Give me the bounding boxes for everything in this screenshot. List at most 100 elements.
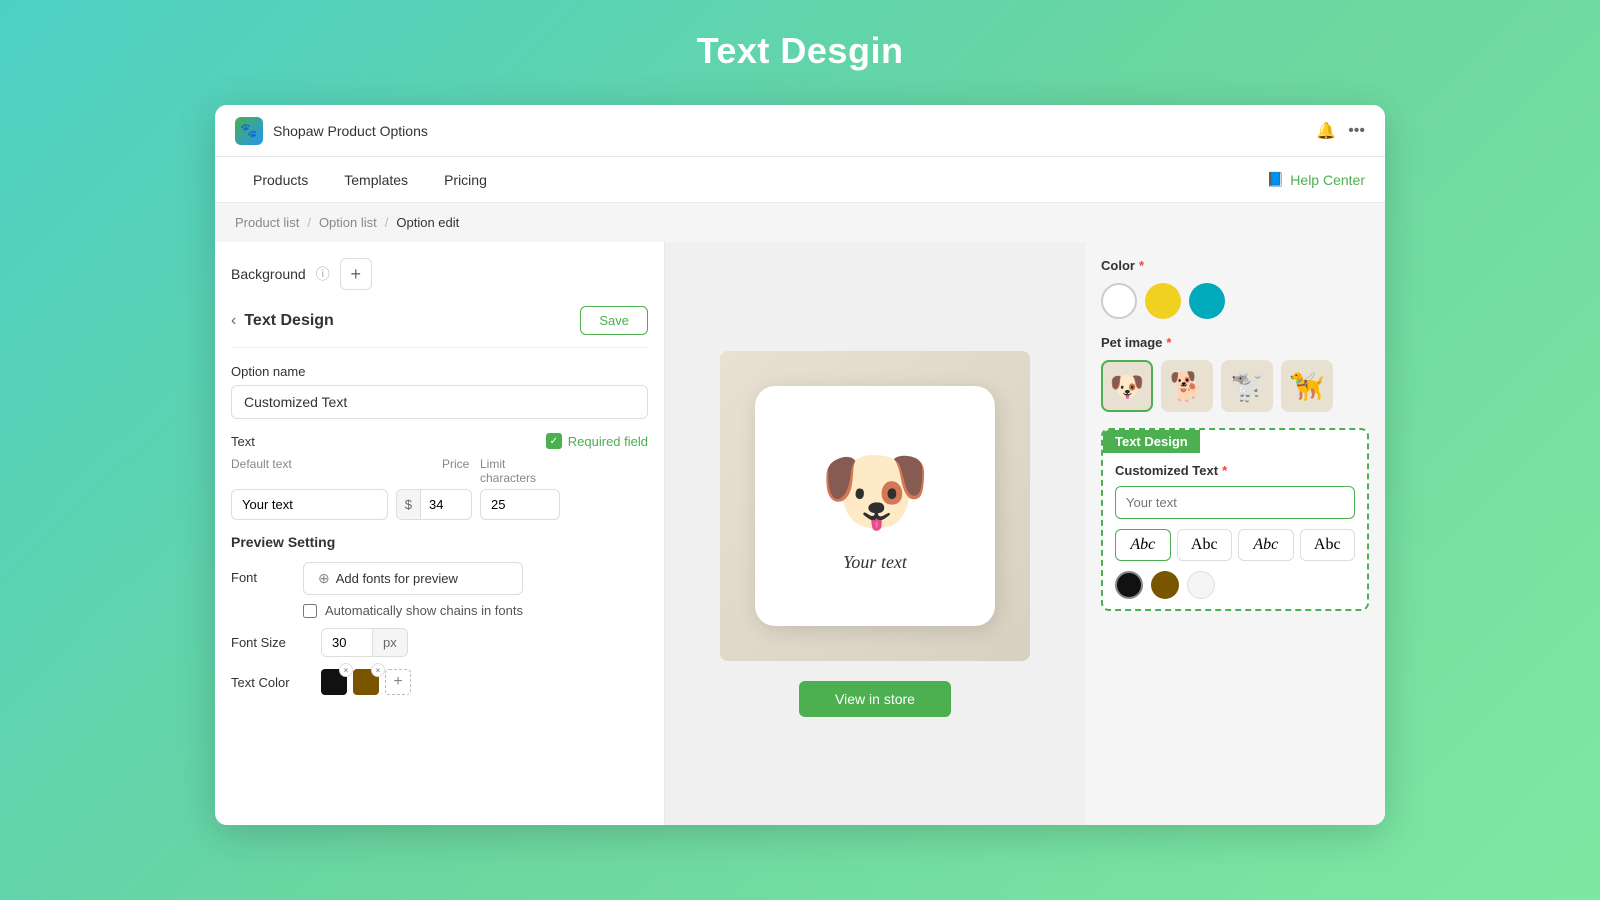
text-color-label: Text Color: [231, 675, 311, 690]
color-yellow[interactable]: [1145, 283, 1181, 319]
pet-images-grid: 🐶 🐕 🐩 🦮: [1101, 360, 1369, 412]
background-add-btn[interactable]: +: [340, 258, 372, 290]
text-row-header: Text ✓ Required field: [231, 433, 648, 449]
text-design-box: Text Design Customized Text * Abc Abc: [1101, 428, 1369, 611]
product-image: 🐶 Your text: [720, 351, 1030, 661]
text-design-input[interactable]: [1115, 486, 1355, 519]
help-center[interactable]: 📘 Help Center: [1267, 171, 1365, 188]
info-icon: ⓘ: [316, 264, 330, 284]
breadcrumb-option-list[interactable]: Option list: [319, 215, 377, 230]
col-default-text: Default text: [231, 457, 434, 485]
text-color-white[interactable]: [1187, 571, 1215, 599]
font-style-1[interactable]: Abc: [1115, 529, 1171, 561]
bell-icon[interactable]: 🔔: [1316, 121, 1336, 141]
color-section-label: Color *: [1101, 258, 1369, 273]
pet-img-1[interactable]: 🐶: [1101, 360, 1153, 412]
app-icon-emoji: 🐾: [240, 122, 257, 139]
swatch-x-black[interactable]: ×: [339, 663, 353, 677]
breadcrumb-sep2: /: [385, 215, 389, 230]
auto-chain-checkbox[interactable]: [303, 604, 317, 618]
breadcrumb-option-edit: Option edit: [396, 215, 459, 230]
font-size-label: Font Size: [231, 635, 311, 650]
pet-required-dot: *: [1166, 335, 1171, 350]
add-fonts-label: Add fonts for preview: [336, 571, 458, 586]
color-circles: [1101, 283, 1369, 319]
option-name-label: Option name: [231, 364, 648, 379]
price-input[interactable]: [421, 490, 471, 519]
option-name-input[interactable]: [231, 385, 648, 419]
add-color-btn[interactable]: +: [385, 669, 411, 695]
right-panel: Color * Pet image * 🐶 🐕 🐩 🦮 Text: [1085, 242, 1385, 825]
help-icon: 📘: [1267, 171, 1284, 188]
dog-emoji: 🐶: [819, 439, 931, 544]
px-label: px: [372, 629, 407, 656]
color-swatch-brown[interactable]: ×: [353, 669, 379, 695]
pillow-bg: 🐶 Your text: [720, 351, 1030, 661]
app-icon: 🐾: [235, 117, 263, 145]
section-header: ‹ Text Design Save: [231, 306, 648, 348]
font-size-input-wrap: px: [321, 628, 408, 657]
auto-chain-label: Automatically show chains in fonts: [325, 603, 523, 618]
font-style-2[interactable]: Abc: [1177, 529, 1233, 561]
color-label-text: Color: [1101, 258, 1135, 273]
background-row: Background ⓘ +: [231, 258, 648, 290]
color-required-dot: *: [1139, 258, 1144, 273]
text-design-content: Customized Text * Abc Abc Abc: [1103, 453, 1367, 609]
customized-label-text: Customized Text: [1115, 463, 1218, 478]
save-button[interactable]: Save: [580, 306, 648, 335]
add-fonts-btn[interactable]: ⊕ Add fonts for preview: [303, 562, 523, 595]
limit-input[interactable]: [480, 489, 560, 520]
nav-pricing[interactable]: Pricing: [426, 160, 505, 200]
pet-img-2[interactable]: 🐕: [1161, 360, 1213, 412]
preview-setting-title: Preview Setting: [231, 534, 648, 550]
pet-img-4[interactable]: 🦮: [1281, 360, 1333, 412]
text-design-tag: Text Design: [1103, 430, 1200, 453]
font-label: Font: [231, 562, 291, 585]
color-white[interactable]: [1101, 283, 1137, 319]
back-arrow[interactable]: ‹: [231, 312, 236, 330]
left-panel: Background ⓘ + ‹ Text Design Save Option…: [215, 242, 665, 825]
swatch-x-brown[interactable]: ×: [371, 663, 385, 677]
color-teal[interactable]: [1189, 283, 1225, 319]
font-style-4[interactable]: Abc: [1300, 529, 1356, 561]
font-style-3[interactable]: Abc: [1238, 529, 1294, 561]
font-size-input[interactable]: [322, 629, 372, 656]
col-price: Price: [442, 457, 472, 485]
text-field-label: Text: [231, 434, 255, 449]
nav-templates[interactable]: Templates: [326, 160, 426, 200]
add-circle-icon: ⊕: [318, 570, 330, 587]
breadcrumb-product-list[interactable]: Product list: [235, 215, 299, 230]
pet-image-label-text: Pet image: [1101, 335, 1162, 350]
check-icon: ✓: [546, 433, 562, 449]
col-limit: Limit characters: [480, 457, 560, 485]
view-store-btn[interactable]: View in store: [799, 681, 951, 717]
auto-chain-row: Automatically show chains in fonts: [303, 603, 523, 618]
top-bar: 🐾 Shopaw Product Options 🔔 •••: [215, 105, 1385, 157]
preview-section: Preview Setting Font ⊕ Add fonts for pre…: [231, 534, 648, 695]
main-window: 🐾 Shopaw Product Options 🔔 ••• Products …: [215, 105, 1385, 825]
nav-products[interactable]: Products: [235, 160, 326, 200]
font-style-4-label: Abc: [1314, 536, 1341, 553]
breadcrumb: Product list / Option list / Option edit: [215, 203, 1385, 242]
background-label: Background: [231, 266, 306, 282]
default-text-input[interactable]: [231, 489, 388, 520]
pillow-text: Your text: [843, 552, 907, 573]
page-title: Text Desgin: [697, 30, 904, 72]
text-color-brown[interactable]: [1151, 571, 1179, 599]
pet-img-3[interactable]: 🐩: [1221, 360, 1273, 412]
text-color-black[interactable]: [1115, 571, 1143, 599]
required-badge: ✓ Required field: [546, 433, 648, 449]
color-swatch-black[interactable]: ×: [321, 669, 347, 695]
more-icon[interactable]: •••: [1348, 122, 1365, 140]
nav-links: Products Templates Pricing: [235, 160, 505, 200]
text-color-circles: [1115, 571, 1355, 599]
font-size-row: Font Size px: [231, 628, 648, 657]
price-prefix: $: [397, 490, 421, 519]
section-title-row: ‹ Text Design: [231, 312, 334, 330]
customized-text-label: Customized Text *: [1115, 463, 1355, 478]
help-center-label: Help Center: [1290, 172, 1365, 188]
color-swatches: × × +: [321, 669, 411, 695]
price-input-wrapper: $: [396, 489, 472, 520]
required-label: Required field: [568, 434, 648, 449]
top-bar-left: 🐾 Shopaw Product Options: [235, 117, 428, 145]
